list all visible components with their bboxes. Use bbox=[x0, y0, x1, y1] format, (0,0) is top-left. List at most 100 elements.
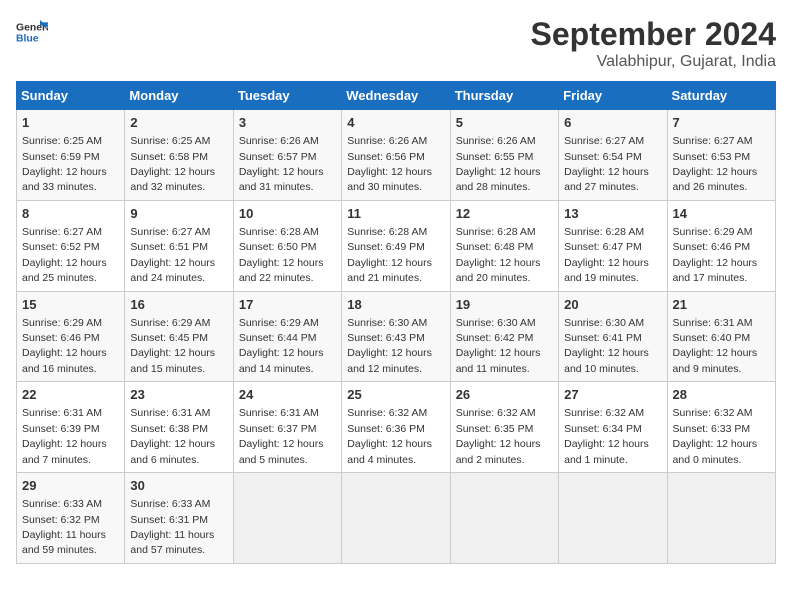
day-info: Sunrise: 6:27 AMSunset: 6:52 PMDaylight:… bbox=[22, 226, 107, 284]
day-number: 1 bbox=[22, 114, 119, 132]
day-number: 23 bbox=[130, 386, 227, 404]
calendar-cell: 28 Sunrise: 6:32 AMSunset: 6:33 PMDayligh… bbox=[667, 382, 775, 473]
day-number: 28 bbox=[673, 386, 770, 404]
calendar-cell: 9 Sunrise: 6:27 AMSunset: 6:51 PMDaylight… bbox=[125, 200, 233, 291]
day-info: Sunrise: 6:32 AMSunset: 6:33 PMDaylight:… bbox=[673, 407, 758, 465]
day-info: Sunrise: 6:33 AMSunset: 6:31 PMDaylight:… bbox=[130, 498, 214, 556]
calendar-cell: 15 Sunrise: 6:29 AMSunset: 6:46 PMDayligh… bbox=[17, 291, 125, 382]
weekday-header-friday: Friday bbox=[559, 82, 667, 110]
day-number: 4 bbox=[347, 114, 444, 132]
day-info: Sunrise: 6:29 AMSunset: 6:45 PMDaylight:… bbox=[130, 317, 215, 375]
calendar-cell bbox=[342, 473, 450, 564]
day-number: 3 bbox=[239, 114, 336, 132]
day-info: Sunrise: 6:29 AMSunset: 6:44 PMDaylight:… bbox=[239, 317, 324, 375]
day-number: 20 bbox=[564, 296, 661, 314]
day-info: Sunrise: 6:28 AMSunset: 6:49 PMDaylight:… bbox=[347, 226, 432, 284]
calendar-cell: 12 Sunrise: 6:28 AMSunset: 6:48 PMDayligh… bbox=[450, 200, 558, 291]
calendar-cell: 1 Sunrise: 6:25 AMSunset: 6:59 PMDaylight… bbox=[17, 110, 125, 201]
svg-text:Blue: Blue bbox=[16, 34, 39, 45]
day-number: 9 bbox=[130, 205, 227, 223]
day-number: 18 bbox=[347, 296, 444, 314]
calendar-cell: 10 Sunrise: 6:28 AMSunset: 6:50 PMDayligh… bbox=[233, 200, 341, 291]
day-info: Sunrise: 6:25 AMSunset: 6:58 PMDaylight:… bbox=[130, 135, 215, 193]
page-header: General Blue September 2024 Valabhipur, … bbox=[16, 16, 776, 71]
day-number: 8 bbox=[22, 205, 119, 223]
day-number: 19 bbox=[456, 296, 553, 314]
day-number: 17 bbox=[239, 296, 336, 314]
day-info: Sunrise: 6:27 AMSunset: 6:51 PMDaylight:… bbox=[130, 226, 215, 284]
calendar-body: 1 Sunrise: 6:25 AMSunset: 6:59 PMDaylight… bbox=[17, 110, 776, 564]
calendar-cell: 17 Sunrise: 6:29 AMSunset: 6:44 PMDayligh… bbox=[233, 291, 341, 382]
calendar-cell: 24 Sunrise: 6:31 AMSunset: 6:37 PMDayligh… bbox=[233, 382, 341, 473]
weekday-header-saturday: Saturday bbox=[667, 82, 775, 110]
day-info: Sunrise: 6:28 AMSunset: 6:50 PMDaylight:… bbox=[239, 226, 324, 284]
weekday-header-monday: Monday bbox=[125, 82, 233, 110]
day-number: 13 bbox=[564, 205, 661, 223]
calendar-cell: 27Sunrise: 6:32 AMSunset: 6:34 PMDayligh… bbox=[559, 382, 667, 473]
day-number: 30 bbox=[130, 477, 227, 495]
day-info: Sunrise: 6:25 AMSunset: 6:59 PMDaylight:… bbox=[22, 135, 107, 193]
day-info: Sunrise: 6:29 AMSunset: 6:46 PMDaylight:… bbox=[22, 317, 107, 375]
day-info: Sunrise: 6:31 AMSunset: 6:38 PMDaylight:… bbox=[130, 407, 215, 465]
calendar-cell bbox=[667, 473, 775, 564]
calendar-cell: 14 Sunrise: 6:29 AMSunset: 6:46 PMDayligh… bbox=[667, 200, 775, 291]
calendar-cell: 2 Sunrise: 6:25 AMSunset: 6:58 PMDaylight… bbox=[125, 110, 233, 201]
day-info: Sunrise: 6:30 AMSunset: 6:42 PMDaylight:… bbox=[456, 317, 541, 375]
weekday-header-sunday: Sunday bbox=[17, 82, 125, 110]
day-number: 10 bbox=[239, 205, 336, 223]
calendar-cell bbox=[559, 473, 667, 564]
calendar-cell: 18Sunrise: 6:30 AMSunset: 6:43 PMDayligh… bbox=[342, 291, 450, 382]
calendar-cell: 13 Sunrise: 6:28 AMSunset: 6:47 PMDayligh… bbox=[559, 200, 667, 291]
day-info: Sunrise: 6:27 AMSunset: 6:53 PMDaylight:… bbox=[673, 135, 758, 193]
calendar-cell: 8 Sunrise: 6:27 AMSunset: 6:52 PMDaylight… bbox=[17, 200, 125, 291]
title-area: September 2024 Valabhipur, Gujarat, Indi… bbox=[531, 16, 776, 71]
day-info: Sunrise: 6:26 AMSunset: 6:55 PMDaylight:… bbox=[456, 135, 541, 193]
day-number: 26 bbox=[456, 386, 553, 404]
calendar-cell: 16Sunrise: 6:29 AMSunset: 6:45 PMDayligh… bbox=[125, 291, 233, 382]
calendar-cell: 20Sunrise: 6:30 AMSunset: 6:41 PMDayligh… bbox=[559, 291, 667, 382]
calendar-cell: 19 Sunrise: 6:30 AMSunset: 6:42 PMDayligh… bbox=[450, 291, 558, 382]
logo: General Blue bbox=[16, 16, 48, 48]
day-info: Sunrise: 6:26 AMSunset: 6:56 PMDaylight:… bbox=[347, 135, 432, 193]
day-info: Sunrise: 6:26 AMSunset: 6:57 PMDaylight:… bbox=[239, 135, 324, 193]
calendar-cell: 5 Sunrise: 6:26 AMSunset: 6:55 PMDaylight… bbox=[450, 110, 558, 201]
day-info: Sunrise: 6:28 AMSunset: 6:47 PMDaylight:… bbox=[564, 226, 649, 284]
calendar-cell: 7 Sunrise: 6:27 AMSunset: 6:53 PMDaylight… bbox=[667, 110, 775, 201]
day-info: Sunrise: 6:32 AMSunset: 6:35 PMDaylight:… bbox=[456, 407, 541, 465]
calendar-table: SundayMondayTuesdayWednesdayThursdayFrid… bbox=[16, 81, 776, 564]
weekday-header-tuesday: Tuesday bbox=[233, 82, 341, 110]
calendar-cell bbox=[450, 473, 558, 564]
day-info: Sunrise: 6:27 AMSunset: 6:54 PMDaylight:… bbox=[564, 135, 649, 193]
calendar-week-1: 1 Sunrise: 6:25 AMSunset: 6:59 PMDaylight… bbox=[17, 110, 776, 201]
day-info: Sunrise: 6:28 AMSunset: 6:48 PMDaylight:… bbox=[456, 226, 541, 284]
day-number: 12 bbox=[456, 205, 553, 223]
day-number: 21 bbox=[673, 296, 770, 314]
calendar-cell bbox=[233, 473, 341, 564]
calendar-cell: 25Sunrise: 6:32 AMSunset: 6:36 PMDayligh… bbox=[342, 382, 450, 473]
day-number: 7 bbox=[673, 114, 770, 132]
logo-icon: General Blue bbox=[16, 16, 48, 48]
location-subtitle: Valabhipur, Gujarat, India bbox=[531, 53, 776, 71]
calendar-cell: 6 Sunrise: 6:27 AMSunset: 6:54 PMDaylight… bbox=[559, 110, 667, 201]
day-number: 15 bbox=[22, 296, 119, 314]
day-info: Sunrise: 6:29 AMSunset: 6:46 PMDaylight:… bbox=[673, 226, 758, 284]
day-number: 22 bbox=[22, 386, 119, 404]
day-number: 11 bbox=[347, 205, 444, 223]
day-info: Sunrise: 6:33 AMSunset: 6:32 PMDaylight:… bbox=[22, 498, 106, 556]
day-info: Sunrise: 6:32 AMSunset: 6:36 PMDaylight:… bbox=[347, 407, 432, 465]
day-info: Sunrise: 6:31 AMSunset: 6:37 PMDaylight:… bbox=[239, 407, 324, 465]
calendar-cell: 30 Sunrise: 6:33 AMSunset: 6:31 PMDayligh… bbox=[125, 473, 233, 564]
day-number: 5 bbox=[456, 114, 553, 132]
calendar-cell: 22Sunrise: 6:31 AMSunset: 6:39 PMDayligh… bbox=[17, 382, 125, 473]
calendar-week-2: 8 Sunrise: 6:27 AMSunset: 6:52 PMDaylight… bbox=[17, 200, 776, 291]
day-info: Sunrise: 6:31 AMSunset: 6:40 PMDaylight:… bbox=[673, 317, 758, 375]
day-info: Sunrise: 6:32 AMSunset: 6:34 PMDaylight:… bbox=[564, 407, 649, 465]
calendar-cell: 23 Sunrise: 6:31 AMSunset: 6:38 PMDayligh… bbox=[125, 382, 233, 473]
day-number: 2 bbox=[130, 114, 227, 132]
day-number: 6 bbox=[564, 114, 661, 132]
day-number: 14 bbox=[673, 205, 770, 223]
calendar-week-4: 22Sunrise: 6:31 AMSunset: 6:39 PMDayligh… bbox=[17, 382, 776, 473]
day-number: 29 bbox=[22, 477, 119, 495]
day-number: 24 bbox=[239, 386, 336, 404]
calendar-week-5: 29 Sunrise: 6:33 AMSunset: 6:32 PMDayligh… bbox=[17, 473, 776, 564]
